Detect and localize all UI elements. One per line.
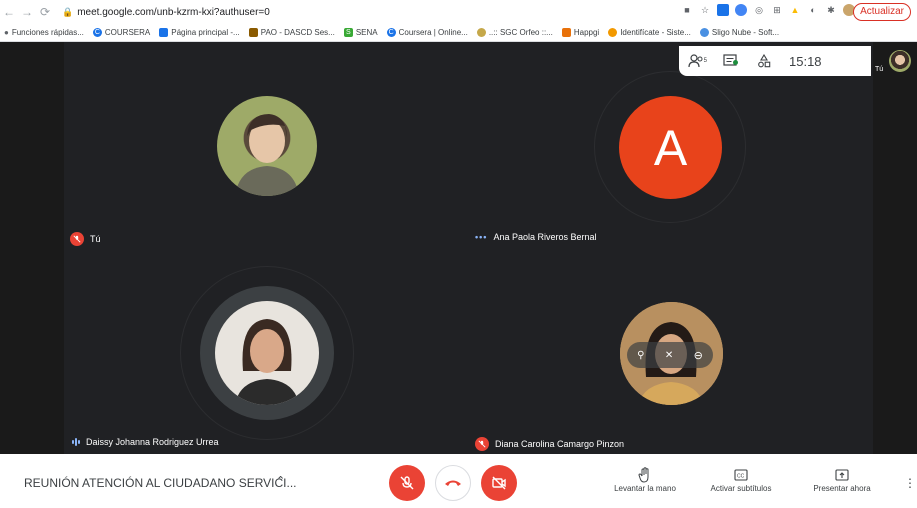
participant-avatar: A bbox=[619, 96, 722, 199]
self-view-thumbnail[interactable] bbox=[889, 50, 911, 72]
reload-icon[interactable]: ⟳ bbox=[36, 5, 54, 19]
participant-photo bbox=[217, 96, 317, 196]
avatar-initial: A bbox=[653, 119, 688, 176]
bookmark-item[interactable]: S SENA bbox=[343, 28, 378, 37]
leave-call-button[interactable] bbox=[435, 465, 471, 501]
bookmark-item[interactable]: ..:: SGC Orfeo ::... bbox=[476, 28, 553, 37]
camera-toggle-button[interactable] bbox=[481, 465, 517, 501]
microphone-toggle-button[interactable] bbox=[389, 465, 425, 501]
person-silhouette bbox=[235, 319, 299, 405]
raise-hand-label: Levantar la mano bbox=[614, 484, 676, 493]
mic-off-icon bbox=[475, 437, 489, 451]
coursera-icon: C bbox=[92, 28, 102, 37]
coursera-icon: C bbox=[386, 28, 396, 37]
raise-hand-button[interactable]: Levantar la mano bbox=[605, 466, 685, 493]
pao-icon bbox=[248, 28, 258, 37]
bookmark-item[interactable]: Página principal -... bbox=[159, 28, 240, 37]
hand-icon bbox=[638, 467, 649, 483]
participant-photo bbox=[215, 301, 319, 405]
puzzle-icon[interactable]: ✱ bbox=[825, 4, 837, 16]
cloud-icon bbox=[699, 28, 709, 37]
mute-icon[interactable]: ✕ bbox=[665, 350, 673, 361]
bookmark-item[interactable]: C Coursera | Online... bbox=[386, 28, 468, 37]
meeting-title[interactable]: REUNIÓN ATENCIÓN AL CIUDADANO SERVICI... bbox=[24, 476, 297, 490]
activities-icon[interactable] bbox=[747, 54, 781, 68]
self-view-label: Tú bbox=[875, 66, 884, 73]
apple-icon: ● bbox=[4, 28, 9, 37]
present-label: Presentar ahora bbox=[813, 484, 871, 493]
bookmark-item[interactable]: C COURSERA bbox=[92, 28, 150, 37]
camera-icon[interactable]: ■ bbox=[681, 4, 693, 16]
lock-icon: 🔒 bbox=[62, 6, 74, 17]
participant-name: Diana Carolina Camargo Pinzon bbox=[495, 439, 625, 449]
mic-off-icon bbox=[400, 476, 414, 490]
grid-icon[interactable]: ⊞ bbox=[771, 4, 783, 16]
stage-edge bbox=[0, 42, 64, 454]
sena-icon: S bbox=[343, 28, 353, 37]
participant-name: Tú bbox=[90, 234, 101, 244]
meeting-clock: 15:18 bbox=[789, 53, 822, 69]
happgi-icon bbox=[561, 28, 571, 37]
chevron-up-icon[interactable]: ⌃ bbox=[276, 474, 285, 487]
captions-button[interactable]: CC Activar subtítulos bbox=[702, 466, 780, 493]
star-icon[interactable]: ☆ bbox=[699, 4, 711, 16]
extension-icon[interactable]: ◎ bbox=[753, 4, 765, 16]
stage-edge bbox=[873, 42, 917, 454]
chat-badge-icon bbox=[733, 60, 738, 65]
bookmark-item[interactable]: Happgi bbox=[561, 28, 599, 37]
participant-name: Ana Paola Riveros Bernal bbox=[493, 232, 597, 242]
participant-tile[interactable]: ⚲ ✕ ⊖ Diana Carolina Camargo Pinzon bbox=[469, 248, 873, 454]
back-icon[interactable]: ← bbox=[0, 5, 18, 19]
people-count: 5 bbox=[703, 58, 707, 64]
update-button[interactable]: Actualizar bbox=[853, 3, 911, 21]
extension-icon[interactable]: ▲ bbox=[789, 4, 801, 16]
bookmark-item[interactable]: PAO - DASCD Ses... bbox=[248, 28, 335, 37]
svg-text:CC: CC bbox=[737, 474, 745, 480]
present-now-button[interactable]: Presentar ahora bbox=[806, 466, 878, 493]
extension-icon[interactable]: ◐ bbox=[807, 4, 819, 16]
chat-icon[interactable] bbox=[713, 54, 747, 68]
extension-icons: ■ ☆ ◎ ⊞ ▲ ◐ ✱ bbox=[681, 4, 855, 16]
people-icon[interactable]: 5 bbox=[679, 54, 713, 68]
captions-icon: CC bbox=[734, 469, 748, 481]
bookmarks-bar: ● Funciones rápidas... C COURSERA Página p… bbox=[0, 24, 917, 42]
more-options-icon[interactable]: ⋮ bbox=[904, 476, 916, 490]
mic-off-icon bbox=[70, 232, 84, 246]
hang-up-icon bbox=[445, 480, 461, 486]
browser-toolbar: ← → ⟳ 🔒 meet.google.com/unb-kzrm-kxi?auth… bbox=[0, 0, 917, 24]
address-bar[interactable]: 🔒 meet.google.com/unb-kzrm-kxi?authuser=0 bbox=[62, 7, 270, 18]
bookmark-item[interactable]: Identifícate - Siste... bbox=[608, 28, 691, 37]
forward-icon[interactable]: → bbox=[18, 5, 36, 19]
captions-label: Activar subtítulos bbox=[710, 484, 772, 493]
url-text: meet.google.com/unb-kzrm-kxi?authuser=0 bbox=[77, 6, 270, 18]
hover-controls: ⚲ ✕ ⊖ bbox=[627, 342, 713, 368]
more-dots-icon: ••• bbox=[475, 232, 488, 242]
pin-icon[interactable]: ⚲ bbox=[637, 350, 644, 361]
identify-icon bbox=[608, 28, 618, 37]
bookmark-item[interactable]: Sligo Nube - Soft... bbox=[699, 28, 779, 37]
speaking-indicator-icon bbox=[72, 438, 80, 446]
camera-off-icon bbox=[492, 476, 506, 490]
extension-icon[interactable] bbox=[717, 4, 729, 16]
bottom-control-bar: REUNIÓN ATENCIÓN AL CIUDADANO SERVICI...… bbox=[0, 454, 917, 508]
present-icon bbox=[835, 469, 849, 481]
dropbox-icon bbox=[159, 28, 169, 37]
participant-name: Daissy Johanna Rodriguez Urrea bbox=[86, 437, 219, 447]
orfeo-icon bbox=[476, 28, 486, 37]
remove-icon[interactable]: ⊖ bbox=[694, 349, 703, 362]
extension-icon[interactable] bbox=[735, 4, 747, 16]
participant-tile-self[interactable]: Tú bbox=[64, 42, 469, 248]
meeting-info-panel: 5 15:18 bbox=[679, 46, 871, 76]
bookmark-item[interactable]: ● Funciones rápidas... bbox=[4, 28, 84, 37]
person-silhouette bbox=[235, 114, 299, 196]
participant-tile[interactable]: Daissy Johanna Rodriguez Urrea bbox=[64, 248, 469, 454]
